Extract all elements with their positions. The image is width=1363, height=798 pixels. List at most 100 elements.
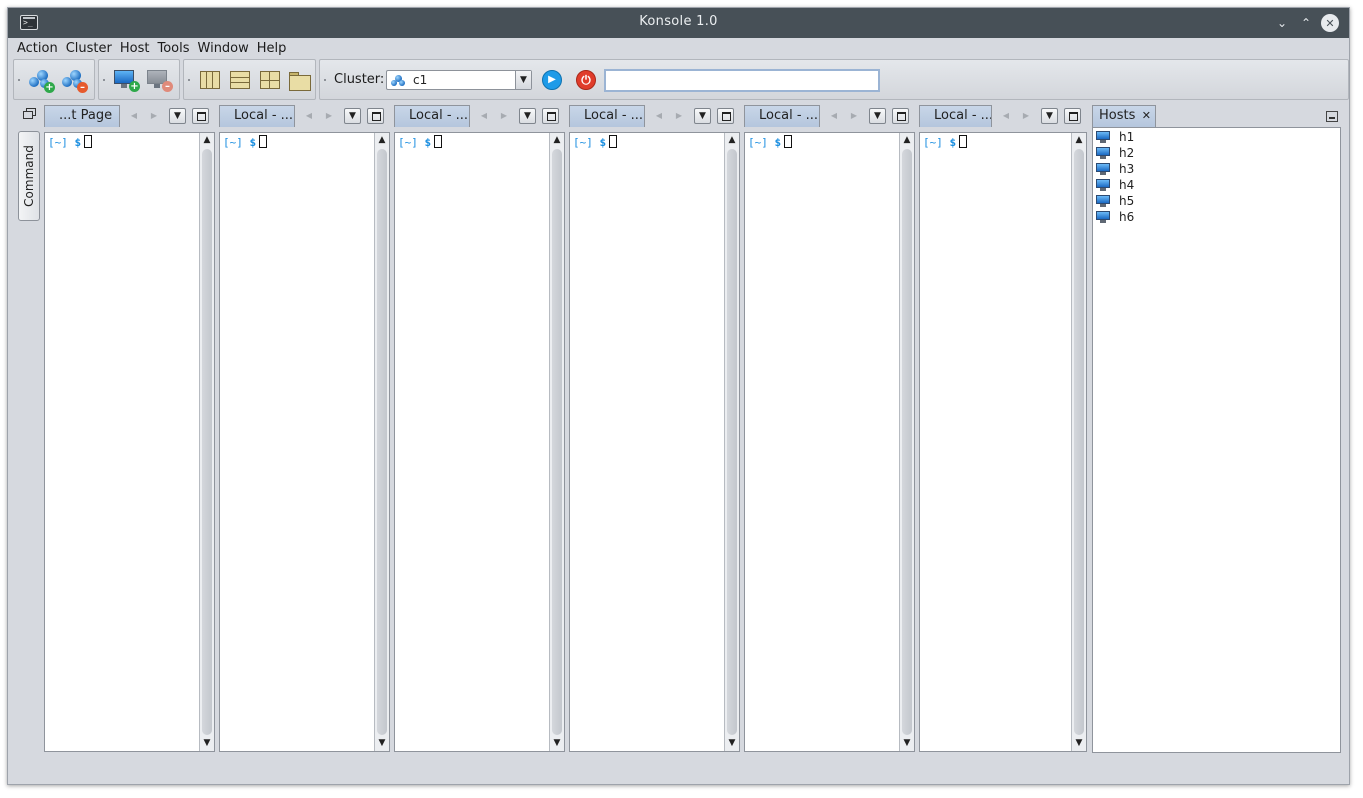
vertical-scrollbar[interactable]: ▲ ▼	[549, 133, 564, 751]
terminal-tab-2[interactable]: Local - ...	[219, 105, 295, 127]
menu-window[interactable]: Window	[198, 41, 249, 56]
terminal-body[interactable]: [~] $ ▲ ▼	[919, 132, 1087, 752]
terminal-tab-6[interactable]: Local - ...	[919, 105, 992, 127]
host-item-h6[interactable]: h6	[1096, 209, 1134, 225]
tab-scroll-right-icon[interactable]: ▶	[1019, 108, 1033, 123]
scroll-down-icon[interactable]: ▼	[375, 736, 389, 751]
scroll-up-icon[interactable]: ▲	[550, 133, 564, 148]
tab-scroll-right-icon[interactable]: ▶	[497, 108, 511, 123]
tab-scroll-right-icon[interactable]: ▶	[322, 108, 336, 123]
tab-scroll-left-icon[interactable]: ◀	[477, 108, 491, 123]
maximize-pane-button[interactable]	[717, 108, 734, 124]
tab-scroll-left-icon[interactable]: ◀	[999, 108, 1013, 123]
scrollbar-thumb[interactable]	[1074, 149, 1084, 735]
command-side-tab[interactable]: Command	[18, 131, 40, 221]
title-bar[interactable]: Konsole 1.0 ⌄ ⌃ ✕	[8, 8, 1349, 38]
menu-action[interactable]: Action	[17, 41, 58, 56]
vertical-scrollbar[interactable]: ▲ ▼	[199, 133, 214, 751]
maximize-pane-button[interactable]	[892, 108, 909, 124]
menu-host[interactable]: Host	[120, 41, 150, 56]
scroll-down-icon[interactable]: ▼	[900, 736, 914, 751]
remove-host-button[interactable]: –	[145, 66, 173, 94]
tab-list-button[interactable]: ▼	[1041, 108, 1058, 124]
tab-list-button[interactable]: ▼	[344, 108, 361, 124]
layout-tabs-button[interactable]	[285, 66, 313, 94]
add-host-button[interactable]: +	[112, 66, 140, 94]
scroll-up-icon[interactable]: ▲	[375, 133, 389, 148]
menu-help[interactable]: Help	[257, 41, 287, 56]
scroll-down-icon[interactable]: ▼	[1072, 736, 1086, 751]
maximize-pane-button[interactable]	[367, 108, 384, 124]
maximize-pane-button[interactable]	[1064, 108, 1081, 124]
close-icon[interactable]: ✕	[1321, 14, 1339, 32]
scroll-down-icon[interactable]: ▼	[200, 736, 214, 751]
tab-scroll-left-icon[interactable]: ◀	[652, 108, 666, 123]
close-tab-icon[interactable]: ✕	[1142, 109, 1151, 122]
tab-scroll-right-icon[interactable]: ▶	[847, 108, 861, 123]
terminal-body[interactable]: [~] $ ▲ ▼	[394, 132, 565, 752]
layout-grid-button[interactable]	[256, 66, 284, 94]
maximize-pane-button[interactable]	[192, 108, 209, 124]
tab-scroll-left-icon[interactable]: ◀	[302, 108, 316, 123]
scrollbar-thumb[interactable]	[902, 149, 912, 735]
terminal-body[interactable]: [~] $ ▲ ▼	[44, 132, 215, 752]
terminal-tab-5[interactable]: Local - ...	[744, 105, 820, 127]
layout-columns-button[interactable]	[196, 66, 224, 94]
terminal-body[interactable]: [~] $ ▲ ▼	[219, 132, 390, 752]
hosts-tab[interactable]: Hosts ✕	[1092, 105, 1156, 127]
command-input[interactable]	[604, 69, 880, 92]
minimize-panel-icon[interactable]	[1326, 111, 1338, 122]
maximize-icon[interactable]: ⌃	[1297, 14, 1315, 32]
maximize-pane-button[interactable]	[542, 108, 559, 124]
layout-rows-button[interactable]	[226, 66, 254, 94]
scroll-up-icon[interactable]: ▲	[900, 133, 914, 148]
scroll-down-icon[interactable]: ▼	[725, 736, 739, 751]
minimize-icon[interactable]: ⌄	[1273, 14, 1291, 32]
host-label: h4	[1119, 178, 1135, 192]
terminal-body[interactable]: [~] $ ▲ ▼	[744, 132, 915, 752]
tab-list-button[interactable]: ▼	[869, 108, 886, 124]
scrollbar-thumb[interactable]	[727, 149, 737, 735]
terminal-tab-1[interactable]: ...t Page	[44, 105, 120, 127]
tab-list-button[interactable]: ▼	[169, 108, 186, 124]
scrollbar-thumb[interactable]	[202, 149, 212, 735]
tab-scroll-right-icon[interactable]: ▶	[672, 108, 686, 123]
host-item-h3[interactable]: h3	[1096, 161, 1134, 177]
toolbar-grip[interactable]	[103, 79, 109, 81]
scrollbar-thumb[interactable]	[552, 149, 562, 735]
scroll-up-icon[interactable]: ▲	[200, 133, 214, 148]
vertical-scrollbar[interactable]: ▲ ▼	[724, 133, 739, 751]
tab-list-button[interactable]: ▼	[694, 108, 711, 124]
toolbar-grip[interactable]	[188, 79, 194, 81]
vertical-scrollbar[interactable]: ▲ ▼	[899, 133, 914, 751]
stop-button[interactable]: ⏻	[576, 70, 596, 90]
terminal-prompt: [~] $	[923, 135, 968, 149]
host-item-h1[interactable]: h1	[1096, 129, 1134, 145]
vertical-scrollbar[interactable]: ▲ ▼	[1071, 133, 1086, 751]
tab-scroll-left-icon[interactable]: ◀	[127, 108, 141, 123]
terminal-body[interactable]: [~] $ ▲ ▼	[569, 132, 740, 752]
terminal-tab-3[interactable]: Local - ...	[394, 105, 470, 127]
tab-list-button[interactable]: ▼	[519, 108, 536, 124]
toolbar-grip[interactable]	[324, 79, 330, 81]
scroll-up-icon[interactable]: ▲	[725, 133, 739, 148]
cluster-select[interactable]: c1 ▼	[386, 70, 532, 90]
add-cluster-button[interactable]: +	[27, 66, 55, 94]
toolbar-grip[interactable]	[18, 79, 24, 81]
remove-cluster-button[interactable]: –	[60, 66, 88, 94]
tab-scroll-right-icon[interactable]: ▶	[147, 108, 161, 123]
dropdown-arrow-icon[interactable]: ▼	[515, 71, 531, 89]
host-item-h2[interactable]: h2	[1096, 145, 1134, 161]
menu-tools[interactable]: Tools	[157, 41, 189, 56]
vertical-scrollbar[interactable]: ▲ ▼	[374, 133, 389, 751]
tab-scroll-left-icon[interactable]: ◀	[827, 108, 841, 123]
run-button[interactable]: ▶	[542, 70, 562, 90]
host-item-h4[interactable]: h4	[1096, 177, 1134, 193]
scroll-down-icon[interactable]: ▼	[550, 736, 564, 751]
restore-window-icon[interactable]	[23, 108, 36, 119]
scroll-up-icon[interactable]: ▲	[1072, 133, 1086, 148]
host-item-h5[interactable]: h5	[1096, 193, 1134, 209]
terminal-tab-4[interactable]: Local - ...	[569, 105, 645, 127]
menu-cluster[interactable]: Cluster	[66, 41, 112, 56]
scrollbar-thumb[interactable]	[377, 149, 387, 735]
